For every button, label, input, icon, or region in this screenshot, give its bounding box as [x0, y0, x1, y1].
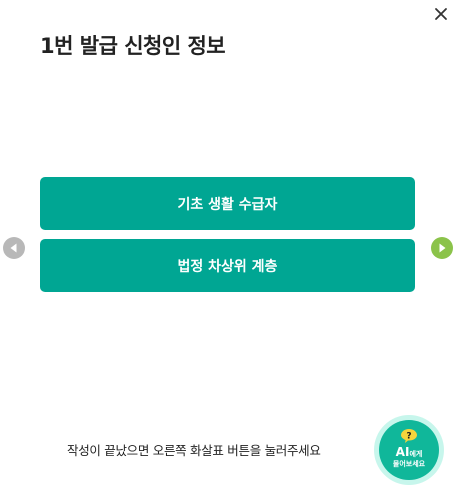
ai-label-suffix: 에게 — [409, 450, 423, 458]
ai-help-button[interactable]: ? AI에게 물어보세요 — [374, 415, 444, 485]
arrow-right-icon — [439, 243, 446, 253]
svg-text:?: ? — [406, 432, 411, 442]
instruction-text: 작성이 끝났으면 오른쪽 화살표 버튼을 눌러주세요 — [67, 443, 321, 458]
arrow-left-icon — [10, 243, 17, 253]
page-title: 1번 발급 신청인 정보 — [40, 34, 226, 58]
next-button[interactable] — [431, 237, 453, 259]
option-near-poverty-button[interactable]: 법정 차상위 계층 — [40, 239, 415, 292]
prev-button[interactable] — [3, 237, 25, 259]
close-button[interactable] — [431, 5, 451, 25]
ai-help-sublabel: 물어보세요 — [392, 460, 426, 468]
ai-label-main: AI — [395, 445, 410, 459]
option-basic-livelihood-button[interactable]: 기초 생활 수급자 — [40, 177, 415, 230]
question-bubble-icon: ? — [401, 429, 417, 443]
ai-help-label: AI에게 — [379, 445, 439, 460]
close-icon — [435, 8, 447, 20]
